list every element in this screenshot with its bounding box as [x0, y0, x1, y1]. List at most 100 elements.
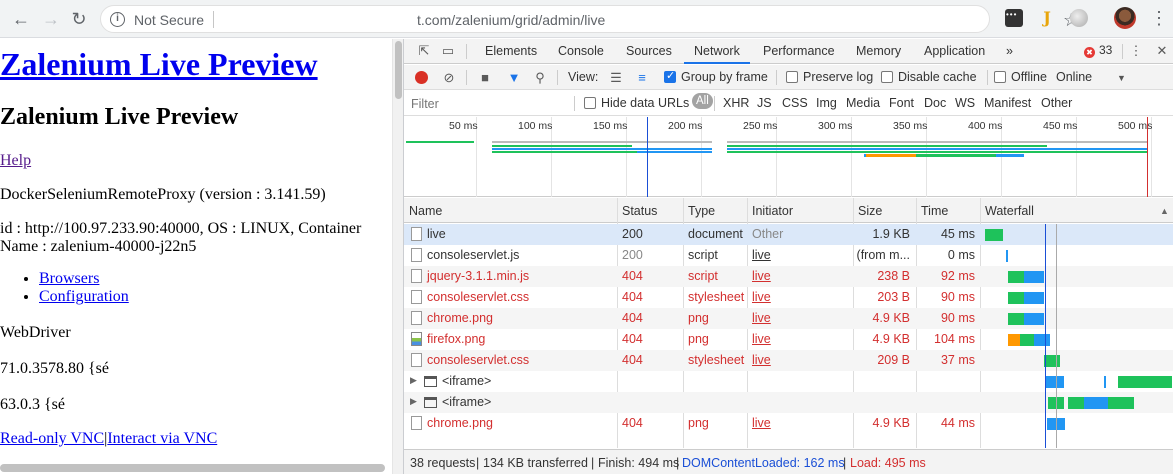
- filter-css[interactable]: CSS: [782, 96, 808, 110]
- expand-triangle-icon[interactable]: ▶: [410, 375, 417, 386]
- tab-elements[interactable]: Elements: [485, 44, 537, 58]
- search-icon[interactable]: ⚲: [532, 70, 548, 86]
- table-row[interactable]: chrome.png 404 png live 4.9 KB 44 ms: [404, 413, 1173, 434]
- filter-ws[interactable]: WS: [955, 96, 975, 110]
- forward-button[interactable]: →: [40, 8, 62, 30]
- extension-j-icon[interactable]: J: [1038, 9, 1056, 27]
- filter-funnel-icon[interactable]: ▼: [506, 70, 522, 86]
- profile-avatar[interactable]: [1114, 7, 1136, 29]
- request-name[interactable]: <iframe>: [442, 395, 491, 409]
- tab-network[interactable]: Network: [694, 44, 740, 58]
- table-row[interactable]: live 200 document Other 1.9 KB 45 ms: [404, 224, 1173, 245]
- table-row[interactable]: consoleservlet.js 200 script live (from m...…: [404, 245, 1173, 266]
- filter-xhr[interactable]: XHR: [723, 96, 749, 110]
- preserve-log-checkbox[interactable]: Preserve log: [786, 70, 873, 84]
- hide-data-urls-checkbox[interactable]: Hide data URLs: [584, 96, 689, 110]
- more-tabs-icon[interactable]: »: [1006, 44, 1013, 58]
- request-name[interactable]: chrome.png: [427, 311, 493, 325]
- filter-other[interactable]: Other: [1041, 96, 1072, 110]
- sort-ascending-icon[interactable]: ▲: [1160, 206, 1169, 216]
- checkbox-checked[interactable]: [664, 69, 676, 83]
- network-overview[interactable]: 50 ms 100 ms 150 ms 200 ms 250 ms 300 ms…: [404, 117, 1173, 197]
- devtools-menu-icon[interactable]: ⋮: [1128, 43, 1144, 59]
- column-status[interactable]: Status: [622, 204, 657, 218]
- throttling-select[interactable]: Online: [1056, 70, 1092, 84]
- checkbox[interactable]: [786, 71, 798, 83]
- table-row[interactable]: chrome.png 404 png live 4.9 KB 90 ms: [404, 308, 1173, 329]
- request-name[interactable]: consoleservlet.css: [427, 353, 529, 367]
- info-icon[interactable]: i: [110, 12, 125, 27]
- readonly-vnc-link[interactable]: Read-only VNC: [0, 430, 104, 447]
- request-initiator[interactable]: live: [752, 416, 771, 430]
- back-button[interactable]: ←: [10, 8, 32, 30]
- screenshot-camera-icon[interactable]: ■: [477, 70, 493, 86]
- column-type[interactable]: Type: [688, 204, 715, 218]
- device-toolbar-icon[interactable]: ▭: [440, 43, 456, 59]
- offline-checkbox[interactable]: Offline: [994, 70, 1047, 84]
- waterfall-overview-icon[interactable]: ≡: [634, 70, 650, 86]
- column-size[interactable]: Size: [858, 204, 882, 218]
- page-scrollbar[interactable]: [392, 39, 403, 474]
- scroll-thumb[interactable]: [395, 41, 402, 99]
- request-name[interactable]: consoleservlet.js: [427, 248, 519, 262]
- column-name[interactable]: Name: [409, 204, 442, 218]
- filter-all[interactable]: All: [692, 93, 713, 109]
- extension-circle-icon[interactable]: [1070, 9, 1088, 27]
- checkbox[interactable]: [994, 71, 1006, 83]
- request-name[interactable]: chrome.png: [427, 416, 493, 430]
- table-row[interactable]: ▶ <iframe>: [404, 371, 1173, 392]
- group-by-frame-checkbox[interactable]: Group by frame: [664, 69, 768, 84]
- tab-console[interactable]: Console: [558, 44, 604, 58]
- filter-media[interactable]: Media: [846, 96, 880, 110]
- table-row[interactable]: ▶ <iframe>: [404, 392, 1173, 413]
- filter-manifest[interactable]: Manifest: [984, 96, 1031, 110]
- request-name[interactable]: consoleservlet.css: [427, 290, 529, 304]
- table-row[interactable]: jquery-3.1.1.min.js 404 script live 238 B 92 …: [404, 266, 1173, 287]
- column-waterfall[interactable]: Waterfall: [985, 204, 1034, 218]
- checkbox[interactable]: [881, 71, 893, 83]
- request-initiator[interactable]: live: [752, 290, 771, 304]
- page-horizontal-scrollbar[interactable]: [0, 464, 385, 472]
- tab-performance[interactable]: Performance: [763, 44, 835, 58]
- column-initiator[interactable]: Initiator: [752, 204, 793, 218]
- address-bar[interactable]: i Not Secure t.com/zalenium/grid/admin/l…: [100, 5, 1079, 33]
- request-name[interactable]: live: [427, 227, 446, 241]
- record-button[interactable]: [415, 71, 428, 84]
- extension-dots-icon[interactable]: [1005, 9, 1023, 27]
- large-rows-icon[interactable]: ☰: [608, 70, 624, 86]
- request-initiator[interactable]: live: [752, 311, 771, 325]
- filter-font[interactable]: Font: [889, 96, 914, 110]
- table-row[interactable]: consoleservlet.css 404 stylesheet live 209 B…: [404, 350, 1173, 371]
- interact-vnc-link[interactable]: Interact via VNC: [107, 430, 217, 447]
- browsers-link[interactable]: Browsers: [39, 270, 99, 287]
- clear-icon[interactable]: ⊘: [441, 70, 457, 86]
- tab-memory[interactable]: Memory: [856, 44, 901, 58]
- request-name[interactable]: <iframe>: [442, 374, 491, 388]
- tab-application[interactable]: Application: [924, 44, 985, 58]
- configuration-link[interactable]: Configuration: [39, 288, 129, 305]
- error-counter[interactable]: ✖ 33: [1084, 43, 1112, 58]
- request-initiator[interactable]: live: [752, 353, 771, 367]
- filter-js[interactable]: JS: [757, 96, 772, 110]
- inspect-element-icon[interactable]: ⇱: [416, 43, 432, 59]
- table-row[interactable]: firefox.png 404 png live 4.9 KB 104 ms: [404, 329, 1173, 350]
- request-initiator[interactable]: live: [752, 332, 771, 346]
- title-link[interactable]: Zalenium Live Preview: [0, 46, 318, 82]
- column-time[interactable]: Time: [921, 204, 948, 218]
- disable-cache-checkbox[interactable]: Disable cache: [881, 70, 977, 84]
- filter-img[interactable]: Img: [816, 96, 837, 110]
- reload-button[interactable]: ↻: [68, 8, 90, 30]
- filter-doc[interactable]: Doc: [924, 96, 946, 110]
- expand-triangle-icon[interactable]: ▶: [410, 396, 417, 407]
- close-devtools-icon[interactable]: ✕: [1154, 43, 1170, 59]
- filter-input[interactable]: [407, 94, 572, 113]
- url-text[interactable]: t.com/zalenium/grid/admin/live: [417, 12, 605, 28]
- request-name[interactable]: jquery-3.1.1.min.js: [427, 269, 529, 283]
- request-initiator[interactable]: live: [752, 269, 771, 283]
- table-row[interactable]: consoleservlet.css 404 stylesheet live 203 B…: [404, 287, 1173, 308]
- request-name[interactable]: firefox.png: [427, 332, 485, 346]
- browser-menu-icon[interactable]: ⋮: [1150, 7, 1168, 29]
- checkbox[interactable]: [584, 97, 596, 109]
- chevron-down-icon[interactable]: ▼: [1117, 73, 1126, 83]
- request-initiator[interactable]: live: [752, 248, 771, 262]
